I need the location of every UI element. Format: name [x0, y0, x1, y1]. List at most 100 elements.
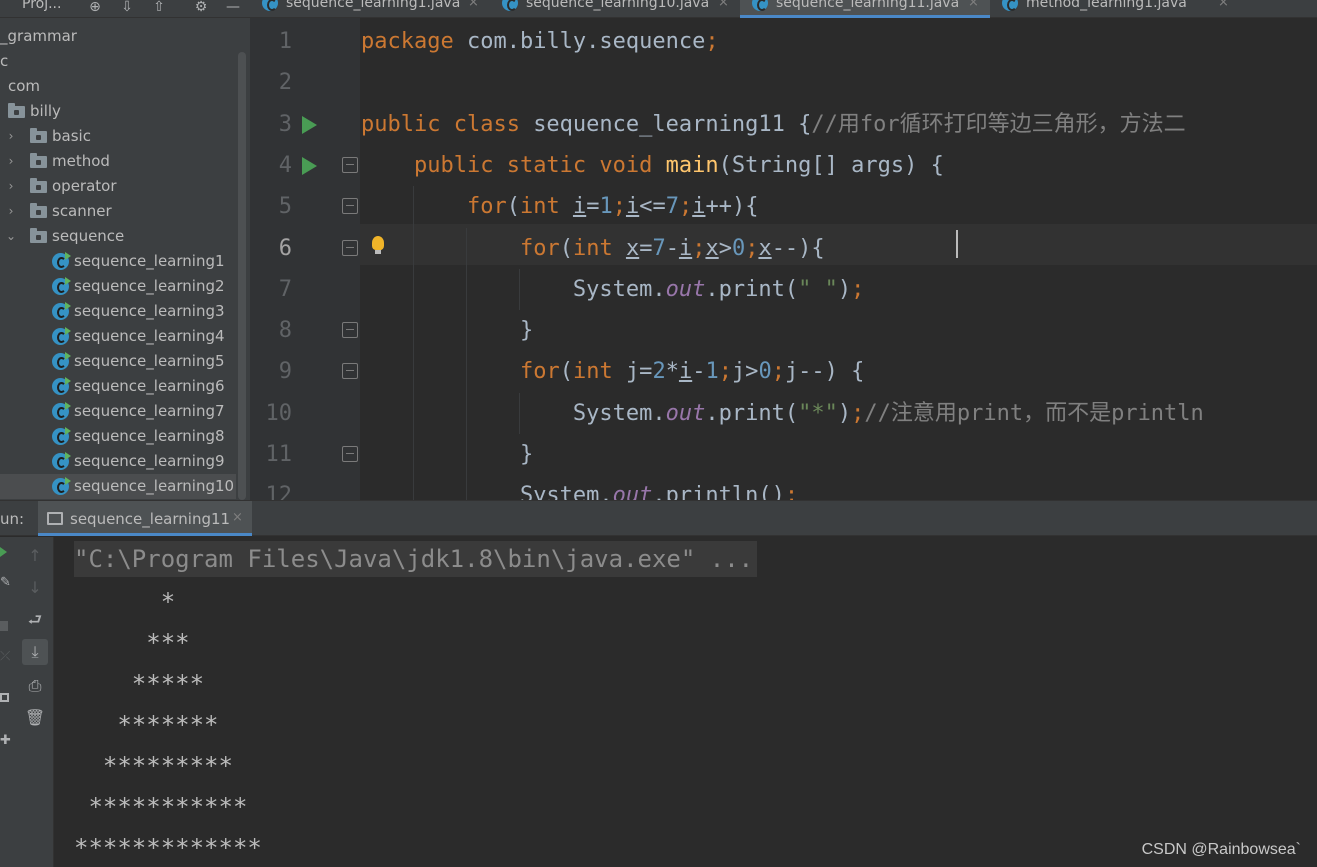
- code-token: (: [506, 194, 520, 219]
- line-number: 3: [278, 112, 292, 137]
- editor-tab[interactable]: sequence_learning1.java ×: [250, 0, 490, 18]
- run-tab[interactable]: sequence_learning11 ×: [38, 501, 252, 536]
- tree-item-basic[interactable]: › basic: [0, 124, 236, 149]
- chevron-right-icon[interactable]: ›: [5, 174, 17, 199]
- tree-item-sequence-learning6[interactable]: sequence_learning6: [0, 374, 236, 399]
- trash-icon[interactable]: 🗑: [22, 705, 48, 731]
- code-line: public class sequence_learning11 {//用for…: [361, 104, 1186, 145]
- code-token: i: [692, 194, 706, 219]
- scroll-to-end-icon[interactable]: ⤓: [22, 639, 48, 665]
- fold-icon[interactable]: [342, 198, 358, 214]
- tree-item-method[interactable]: › method: [0, 149, 236, 174]
- code-token: int: [572, 359, 626, 384]
- tree-item-sequence-learning7[interactable]: sequence_learning7: [0, 399, 236, 424]
- stop-icon[interactable]: [0, 621, 8, 631]
- gear-icon[interactable]: ⚙: [192, 0, 210, 16]
- code-token: -: [692, 359, 706, 384]
- code-token: >: [718, 236, 732, 261]
- console-toolbar: ↑ ↓ ⮐ ⤓ ⎙ 🗑: [16, 537, 54, 867]
- editor-tab[interactable]: sequence_learning11.java ×: [740, 0, 990, 18]
- folder-icon: [30, 178, 47, 193]
- chevron-right-icon[interactable]: ›: [5, 149, 17, 174]
- fold-icon[interactable]: [342, 240, 358, 256]
- tree-item-com[interactable]: com: [0, 74, 236, 99]
- line-number: 12: [265, 483, 293, 500]
- tree-item-sequence-learning1[interactable]: sequence_learning1: [0, 249, 236, 274]
- down-arrow-icon[interactable]: ↓: [22, 575, 48, 601]
- collapse-all-icon[interactable]: ⇧: [150, 0, 168, 16]
- console-output[interactable]: "C:\Program Files\Java\jdk1.8\bin\java.e…: [54, 537, 1317, 867]
- tree-item-sequence[interactable]: ⌄ sequence: [0, 224, 236, 249]
- tree-item-c[interactable]: c: [0, 49, 236, 74]
- tab-close-icon[interactable]: ×: [968, 0, 979, 10]
- code-token: for: [519, 359, 560, 384]
- tab-close-icon[interactable]: ×: [1218, 0, 1229, 10]
- code-editor[interactable]: 1 2 3 4 5 6 7 8 9 10 11 12 package com.billy.sequen…: [250, 18, 1317, 500]
- code-token: 7: [652, 236, 666, 261]
- chevron-down-icon[interactable]: ⌄: [5, 224, 17, 249]
- print-icon[interactable]: ⎙: [22, 673, 48, 699]
- project-tree-scrollbar[interactable]: [238, 52, 246, 500]
- editor-tab-label: sequence_learning10.java: [526, 0, 710, 11]
- fold-icon[interactable]: [342, 446, 358, 462]
- editor-tab-label: sequence_learning11.java: [776, 0, 960, 11]
- code-token: //注意用print，而不是println: [864, 401, 1204, 426]
- tree-item-grammar[interactable]: _grammar: [0, 24, 236, 49]
- tab-close-icon[interactable]: ×: [718, 0, 729, 10]
- folder-icon: [30, 228, 47, 243]
- folder-icon: [30, 128, 47, 143]
- code-token: package: [361, 29, 467, 54]
- expand-all-icon[interactable]: ⇩: [118, 0, 136, 16]
- code-token: "*": [798, 401, 838, 426]
- tree-item-sequence-learning4[interactable]: sequence_learning4: [0, 324, 236, 349]
- soft-wrap-icon[interactable]: ⮐: [22, 607, 48, 633]
- tree-item-sequence-learning8[interactable]: sequence_learning8: [0, 424, 236, 449]
- tree-item-scanner[interactable]: › scanner: [0, 199, 236, 224]
- code-token: 0: [731, 236, 746, 261]
- code-token: .print(: [705, 277, 799, 302]
- tree-item-sequence-learning10[interactable]: sequence_learning10: [0, 474, 236, 499]
- tree-item-sequence-learning3[interactable]: sequence_learning3: [0, 299, 236, 324]
- pin-icon[interactable]: ✚: [0, 733, 11, 748]
- code-line: System.out.println();: [361, 475, 798, 500]
- tree-item-sequence-learning5[interactable]: sequence_learning5: [0, 349, 236, 374]
- run-gutter-icon[interactable]: [302, 116, 317, 134]
- layout-icon[interactable]: [0, 693, 9, 702]
- tree-item-sequence-learning9[interactable]: sequence_learning9: [0, 449, 236, 474]
- code-token: System.: [361, 277, 666, 302]
- fold-icon[interactable]: [342, 157, 358, 173]
- minimize-icon[interactable]: —: [224, 0, 242, 16]
- watermark: CSDN @Rainbowsea`: [1141, 841, 1301, 858]
- chevron-right-icon[interactable]: ›: [5, 199, 17, 224]
- run-gutter-icon[interactable]: [302, 157, 317, 175]
- console-output-line: ***: [74, 629, 190, 657]
- tree-item-sequence-learning2[interactable]: sequence_learning2: [0, 274, 236, 299]
- code-token: int: [519, 194, 573, 219]
- code-token: --){: [771, 236, 825, 261]
- tree-item-label: sequence_learning1: [74, 252, 225, 270]
- project-panel-title[interactable]: Proj...: [22, 0, 61, 12]
- console-command-line: "C:\Program Files\Java\jdk1.8\bin\java.e…: [74, 541, 758, 577]
- up-arrow-icon[interactable]: ↑: [22, 543, 48, 569]
- code-line: public static void main(String[] args) {: [361, 145, 944, 186]
- tree-item-billy[interactable]: billy: [0, 99, 236, 124]
- lightbulb-icon[interactable]: [372, 236, 384, 254]
- chevron-right-icon[interactable]: ›: [5, 124, 17, 149]
- java-class-icon: [52, 352, 71, 370]
- run-tab-close-icon[interactable]: ×: [232, 510, 243, 525]
- exit-icon[interactable]: ⤫: [0, 649, 10, 664]
- code-token: ++){: [705, 194, 759, 219]
- fold-icon[interactable]: [342, 363, 358, 379]
- code-token: out: [612, 483, 653, 500]
- editor-tab[interactable]: method_learning1.java ×: [990, 0, 1240, 18]
- tree-item-label: sequence_learning3: [74, 302, 225, 320]
- wrench-icon[interactable]: ✎: [0, 575, 11, 590]
- code-token: ;: [851, 277, 865, 302]
- editor-tab[interactable]: sequence_learning10.java ×: [490, 0, 740, 18]
- tab-close-icon[interactable]: ×: [468, 0, 479, 10]
- locate-icon[interactable]: ⊕: [86, 0, 104, 16]
- rerun-icon[interactable]: [0, 547, 7, 557]
- fold-icon[interactable]: [342, 322, 358, 338]
- tree-item-operator[interactable]: › operator: [0, 174, 236, 199]
- code-token: .println(): [652, 483, 785, 500]
